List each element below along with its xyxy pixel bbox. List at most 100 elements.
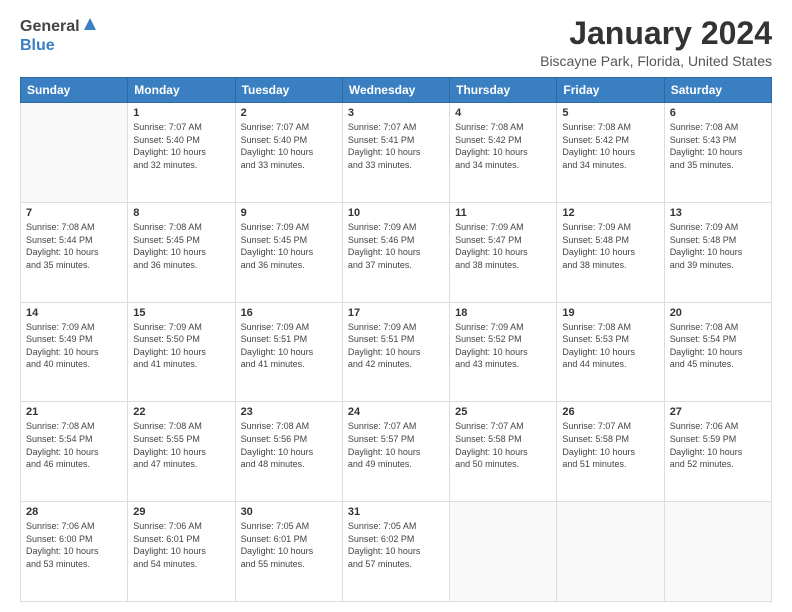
day-info-line: and 36 minutes.: [241, 260, 305, 270]
calendar-day-header: Sunday: [21, 78, 128, 103]
day-info-line: Sunrise: 7:08 AM: [133, 421, 202, 431]
calendar-week-row: 7Sunrise: 7:08 AMSunset: 5:44 PMDaylight…: [21, 202, 772, 302]
day-info: Sunrise: 7:07 AMSunset: 5:40 PMDaylight:…: [133, 121, 229, 171]
logo-blue: Blue: [20, 38, 98, 54]
day-info-line: Daylight: 10 hours: [133, 247, 206, 257]
day-info-line: and 52 minutes.: [670, 459, 734, 469]
day-info-line: Sunset: 5:57 PM: [348, 434, 415, 444]
calendar-day-header: Tuesday: [235, 78, 342, 103]
day-info: Sunrise: 7:08 AM Sunset: 5:45 PM Daylight:…: [133, 221, 229, 271]
day-number: 15: [133, 307, 229, 319]
day-info-line: Sunrise: 7:08 AM: [133, 222, 202, 232]
day-info-line: Sunset: 5:40 PM: [133, 135, 200, 145]
day-info-line: Daylight: 10 hours: [241, 347, 314, 357]
calendar-day-header: Monday: [128, 78, 235, 103]
day-info-line: Sunrise: 7:07 AM: [455, 421, 524, 431]
day-info-line: Daylight: 10 hours: [455, 447, 528, 457]
day-info: Sunrise: 7:07 AMSunset: 5:58 PMDaylight:…: [562, 420, 658, 470]
calendar-day-cell: 5Sunrise: 7:08 AMSunset: 5:42 PMDaylight…: [557, 103, 664, 203]
day-info-line: and 38 minutes.: [562, 260, 626, 270]
calendar-day-cell: 15Sunrise: 7:09 AMSunset: 5:50 PMDayligh…: [128, 302, 235, 402]
calendar-day-cell: [557, 502, 664, 602]
calendar-day-cell: 8Sunrise: 7:08 AMSunset: 5:45 PMDaylight…: [128, 202, 235, 302]
logo: General Blue: [20, 16, 98, 54]
day-info-line: Daylight: 10 hours: [241, 447, 314, 457]
day-number: 28: [26, 506, 122, 518]
header: General Blue January 2024 Biscayne Park,…: [20, 16, 772, 69]
day-info: Sunrise: 7:08 AMSunset: 5:53 PMDaylight:…: [562, 321, 658, 371]
day-info-line: and 51 minutes.: [562, 459, 626, 469]
day-info-line: Daylight: 10 hours: [670, 247, 743, 257]
day-info-line: Sunset: 5:52 PM: [455, 334, 522, 344]
calendar-day-cell: 9Sunrise: 7:09 AMSunset: 5:45 PMDaylight…: [235, 202, 342, 302]
day-info-line: and 41 minutes.: [133, 359, 197, 369]
day-info-line: and 54 minutes.: [133, 559, 197, 569]
day-info: Sunrise: 7:09 AMSunset: 5:51 PMDaylight:…: [348, 321, 444, 371]
day-number: 22: [133, 406, 229, 418]
page-subtitle: Biscayne Park, Florida, United States: [540, 53, 772, 69]
day-info-line: Sunset: 5:46 PM: [348, 235, 415, 245]
day-info-line: and 55 minutes.: [241, 559, 305, 569]
day-number: 17: [348, 307, 444, 319]
day-info-line: and 39 minutes.: [670, 260, 734, 270]
calendar-day-cell: 1Sunrise: 7:07 AMSunset: 5:40 PMDaylight…: [128, 103, 235, 203]
day-number: 2: [241, 107, 337, 119]
day-info: Sunrise: 7:08 AMSunset: 5:43 PMDaylight:…: [670, 121, 766, 171]
day-info-line: and 34 minutes.: [455, 160, 519, 170]
day-number: 3: [348, 107, 444, 119]
logo-arrow-icon: [82, 16, 98, 36]
day-info-line: Sunrise: 7:05 AM: [348, 521, 417, 531]
day-info-line: Sunrise: 7:09 AM: [348, 222, 417, 232]
day-info-line: and 49 minutes.: [348, 459, 412, 469]
day-number: 23: [241, 406, 337, 418]
calendar-day-cell: 29Sunrise: 7:06 AMSunset: 6:01 PMDayligh…: [128, 502, 235, 602]
calendar-day-cell: 4Sunrise: 7:08 AMSunset: 5:42 PMDaylight…: [450, 103, 557, 203]
day-number: 4: [455, 107, 551, 119]
day-info-line: Daylight: 10 hours: [133, 147, 206, 157]
day-info-line: and 46 minutes.: [26, 459, 90, 469]
day-info: Sunrise: 7:07 AMSunset: 5:57 PMDaylight:…: [348, 420, 444, 470]
day-info: Sunrise: 7:08 AMSunset: 5:55 PMDaylight:…: [133, 420, 229, 470]
day-info-line: Sunset: 5:45 PM: [133, 235, 200, 245]
day-info-line: Sunset: 5:53 PM: [562, 334, 629, 344]
calendar-day-cell: 28 Sunrise: 7:06 AMSunset: 6:00 PMDayligh…: [21, 502, 128, 602]
day-info-line: Sunset: 5:45 PM: [241, 235, 308, 245]
calendar-week-row: 21Sunrise: 7:08 AMSunset: 5:54 PMDayligh…: [21, 402, 772, 502]
day-info-line: Daylight: 10 hours: [670, 347, 743, 357]
calendar-day-cell: 18Sunrise: 7:09 AMSunset: 5:52 PMDayligh…: [450, 302, 557, 402]
day-info: Sunrise: 7:09 AMSunset: 5:46 PMDaylight:…: [348, 221, 444, 271]
day-info: Sunrise: 7:06 AMSunset: 6:00 PMDaylight:…: [26, 520, 122, 570]
day-info-line: Sunrise: 7:07 AM: [562, 421, 631, 431]
day-info-line: Daylight: 10 hours: [133, 447, 206, 457]
day-info-line: Sunrise: 7:08 AM: [670, 122, 739, 132]
day-info-line: Sunset: 5:58 PM: [562, 434, 629, 444]
logo-general: General: [20, 19, 80, 35]
calendar-day-cell: [664, 502, 771, 602]
day-info-line: Sunset: 5:48 PM: [670, 235, 737, 245]
day-info-line: Sunset: 6:00 PM: [26, 534, 93, 544]
day-info-line: and 32 minutes.: [133, 160, 197, 170]
day-info-line: and 43 minutes.: [455, 359, 519, 369]
calendar-day-cell: 24Sunrise: 7:07 AMSunset: 5:57 PMDayligh…: [342, 402, 449, 502]
day-info-line: Sunset: 6:01 PM: [133, 534, 200, 544]
day-info-line: Daylight: 10 hours: [348, 447, 421, 457]
title-block: January 2024 Biscayne Park, Florida, Uni…: [540, 16, 772, 69]
day-info: Sunrise: 7:06 AMSunset: 6:01 PMDaylight:…: [133, 520, 229, 570]
day-info-line: Daylight: 10 hours: [26, 447, 99, 457]
day-info-line: and 40 minutes.: [26, 359, 90, 369]
day-info-line: Daylight: 10 hours: [133, 546, 206, 556]
day-info-line: Sunrise: 7:08 AM: [562, 322, 631, 332]
day-number: 21: [26, 406, 122, 418]
page-title: January 2024: [540, 16, 772, 51]
day-info-line: Sunrise: 7:08 AM: [562, 122, 631, 132]
calendar-day-cell: 21Sunrise: 7:08 AMSunset: 5:54 PMDayligh…: [21, 402, 128, 502]
day-info-line: Sunrise: 7:09 AM: [562, 222, 631, 232]
day-number: 7: [26, 207, 122, 219]
day-info-line: Sunset: 5:49 PM: [26, 334, 93, 344]
day-info: Sunrise: 7:05 AMSunset: 6:02 PMDaylight:…: [348, 520, 444, 570]
day-info-line: Sunrise: 7:07 AM: [241, 122, 310, 132]
day-info-line: Sunset: 5:54 PM: [670, 334, 737, 344]
day-info-line: Sunset: 5:58 PM: [455, 434, 522, 444]
calendar-day-cell: 27Sunrise: 7:06 AMSunset: 5:59 PMDayligh…: [664, 402, 771, 502]
day-number: 30: [241, 506, 337, 518]
